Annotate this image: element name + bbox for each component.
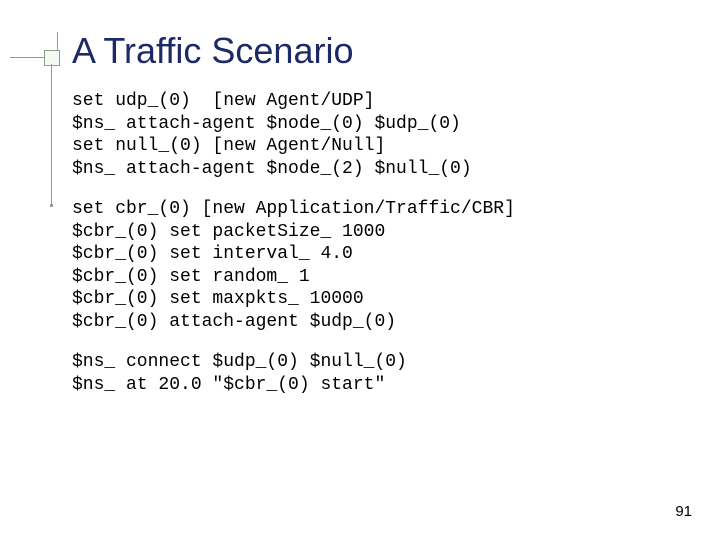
slide: A Traffic Scenario set udp_(0) [new Agen… [0, 0, 720, 540]
code-block-3: $ns_ connect $udp_(0) $null_(0) $ns_ at … [72, 351, 660, 396]
slide-title: A Traffic Scenario [72, 30, 660, 72]
decoration-line [51, 64, 52, 204]
page-number: 91 [675, 503, 692, 520]
decoration-box-icon [44, 50, 60, 66]
decoration-dot-icon [50, 204, 53, 207]
code-block-2: set cbr_(0) [new Application/Traffic/CBR… [72, 198, 660, 333]
decoration-line [10, 57, 44, 58]
spacer [72, 180, 660, 198]
spacer [72, 333, 660, 351]
code-block-1: set udp_(0) [new Agent/UDP] $ns_ attach-… [72, 90, 660, 180]
